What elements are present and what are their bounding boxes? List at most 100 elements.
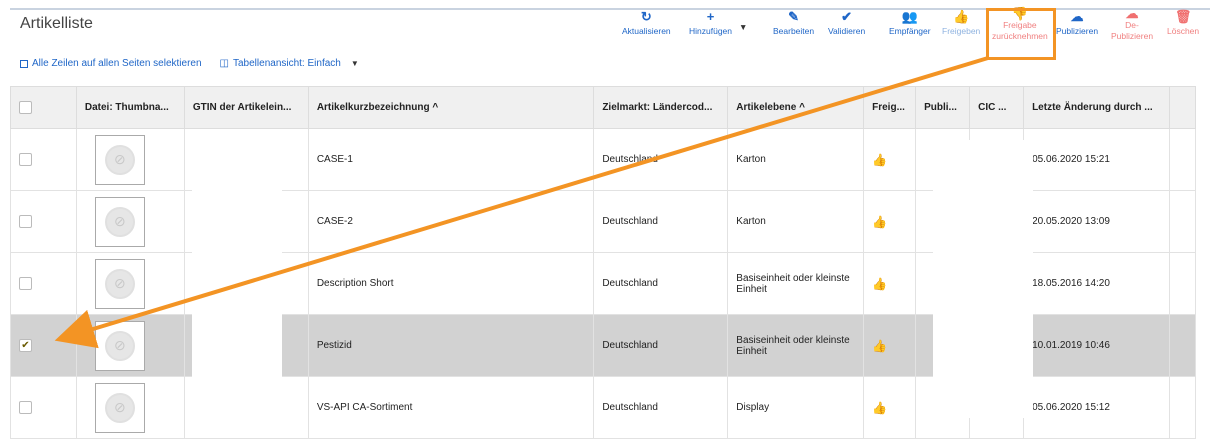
row-scroll-spacer: [1169, 128, 1196, 191]
short-name-cell: Description Short: [307, 252, 595, 315]
short-name-cell: CASE-2: [307, 190, 595, 253]
add-dropdown[interactable]: ▼: [739, 22, 747, 33]
short-name-cell: Pestizid: [307, 314, 595, 377]
selection-bar: Alle Zeilen auf allen Seiten selektieren…: [20, 58, 359, 69]
last-changed-cell: 10.01.2019 10:46: [1023, 314, 1171, 377]
header-cic[interactable]: CIC ...: [969, 86, 1025, 129]
release-cell: 👍: [863, 128, 917, 191]
publish-label: Publizieren: [1056, 26, 1099, 36]
delete-label: Löschen: [1167, 26, 1200, 36]
row-checkbox[interactable]: [19, 277, 32, 290]
row-scroll-spacer: [1169, 314, 1196, 377]
header-release[interactable]: Freig...: [863, 86, 917, 129]
thumbs-up-icon: 👍: [872, 152, 888, 167]
row-select-cell[interactable]: [10, 128, 77, 191]
unpublish-label-2: Publizieren: [1111, 31, 1154, 41]
target-market-cell: Deutschland: [593, 190, 729, 253]
row-select-cell[interactable]: ✔: [10, 314, 77, 377]
row-scroll-spacer: [1169, 376, 1196, 439]
thumbnail-cell: ⊘: [75, 376, 185, 439]
thumbnail-cell: ⊘: [75, 252, 185, 315]
thumbnail-cell: ⊘: [75, 314, 185, 377]
plus-icon: +: [706, 9, 715, 24]
header-gtin[interactable]: GTIN der Artikelein...: [183, 86, 309, 129]
row-checkbox[interactable]: [19, 215, 32, 228]
validate-button[interactable]: ✔ Validieren: [828, 8, 865, 37]
row-scroll-spacer: [1169, 190, 1196, 253]
header-last-changed[interactable]: Letzte Änderung durch ...: [1023, 86, 1171, 129]
thumbs-up-icon: 👍: [872, 276, 888, 291]
thumbs-up-icon: 👍: [872, 338, 888, 353]
redacted-publish-cic: [933, 140, 1033, 418]
release-label: Freigeben: [942, 26, 981, 36]
last-changed-cell: 05.06.2020 15:21: [1023, 128, 1171, 191]
cloud-upload-icon: ☁: [1070, 9, 1084, 24]
row-checkbox[interactable]: ✔: [19, 339, 32, 352]
row-checkbox[interactable]: [19, 401, 32, 414]
recipients-label: Empfänger: [889, 26, 931, 36]
select-all-link[interactable]: Alle Zeilen auf allen Seiten selektieren: [32, 58, 202, 69]
no-image-icon: ⊘: [104, 206, 135, 237]
release-cell: 👍: [863, 190, 917, 253]
thumbnail-placeholder: ⊘: [94, 196, 145, 247]
header-scroll-spacer: [1169, 86, 1196, 129]
table-view-icon: ◫: [219, 58, 229, 69]
thumbnail-placeholder: ⊘: [94, 134, 145, 185]
row-select-cell[interactable]: [10, 190, 77, 253]
thumbnail-cell: ⊘: [75, 190, 185, 253]
no-image-icon: ⊘: [104, 392, 135, 423]
last-changed-cell: 05.06.2020 15:12: [1023, 376, 1171, 439]
header-thumbnail[interactable]: Datei: Thumbna...: [75, 86, 185, 129]
short-name-cell: CASE-1: [307, 128, 595, 191]
refresh-label: Aktualisieren: [622, 26, 671, 36]
validate-label: Validieren: [828, 26, 866, 36]
select-all-checkbox[interactable]: [20, 59, 28, 68]
release-cell: 👍: [863, 314, 917, 377]
delete-button[interactable]: 🗑 Löschen: [1167, 8, 1199, 37]
unpublish-button[interactable]: ☁ De- Publizieren: [1111, 6, 1154, 42]
page-title: Artikelliste: [20, 15, 93, 32]
target-market-cell: Deutschland: [593, 128, 729, 191]
publish-button[interactable]: ☁ Publizieren: [1056, 8, 1098, 37]
pencil-icon: ✎: [788, 9, 800, 24]
refresh-icon: ↻: [640, 9, 652, 24]
header-publish[interactable]: Publi...: [915, 86, 971, 129]
table-header-row: Datei: Thumbna... GTIN der Artikelein...…: [10, 86, 1196, 129]
last-changed-cell: 18.05.2016 14:20: [1023, 252, 1171, 315]
no-image-icon: ⊘: [104, 268, 135, 299]
row-select-cell[interactable]: [10, 252, 77, 315]
cloud-download-icon: ☁: [1125, 6, 1139, 21]
chevron-down-icon[interactable]: ▼: [351, 59, 359, 68]
thumbs-up-icon: 👍: [953, 9, 970, 24]
check-icon: ✔: [841, 9, 853, 24]
header-short-name[interactable]: Artikelkurzbezeichnung ^: [307, 86, 595, 129]
row-checkbox[interactable]: [19, 153, 32, 166]
header-select[interactable]: [10, 86, 77, 129]
unpublish-label-1: De-: [1125, 20, 1139, 30]
release-button[interactable]: 👍 Freigeben: [942, 8, 980, 37]
recipients-button[interactable]: 👥 Empfänger: [889, 8, 931, 37]
users-icon: 👥: [901, 9, 918, 24]
thumbnail-placeholder: ⊘: [94, 320, 145, 371]
edit-label: Bearbeiten: [773, 26, 815, 36]
article-level-cell: Basiseinheit oder kleinste Einheit: [727, 314, 865, 377]
article-level-cell: Karton: [727, 190, 865, 253]
redacted-gtin: [192, 140, 282, 418]
header-checkbox[interactable]: [19, 101, 32, 114]
thumbnail-placeholder: ⊘: [94, 382, 145, 433]
table-view-link[interactable]: Tabellenansicht: Einfach: [233, 58, 341, 69]
target-market-cell: Deutschland: [593, 314, 729, 377]
release-cell: 👍: [863, 252, 917, 315]
chevron-down-icon: ▼: [739, 22, 748, 32]
header-article-level[interactable]: Artikelebene ^: [727, 86, 865, 129]
add-button[interactable]: + Hinzufügen: [689, 8, 732, 37]
row-select-cell[interactable]: [10, 376, 77, 439]
trash-icon: 🗑: [1174, 9, 1192, 24]
article-level-cell: Karton: [727, 128, 865, 191]
header-target-market[interactable]: Zielmarkt: Ländercod...: [593, 86, 729, 129]
edit-button[interactable]: ✎ Bearbeiten: [773, 8, 814, 37]
target-market-cell: Deutschland: [593, 376, 729, 439]
refresh-button[interactable]: ↻ Aktualisieren: [622, 8, 671, 37]
short-name-cell: VS-API CA-Sortiment: [307, 376, 595, 439]
no-image-icon: ⊘: [104, 144, 135, 175]
